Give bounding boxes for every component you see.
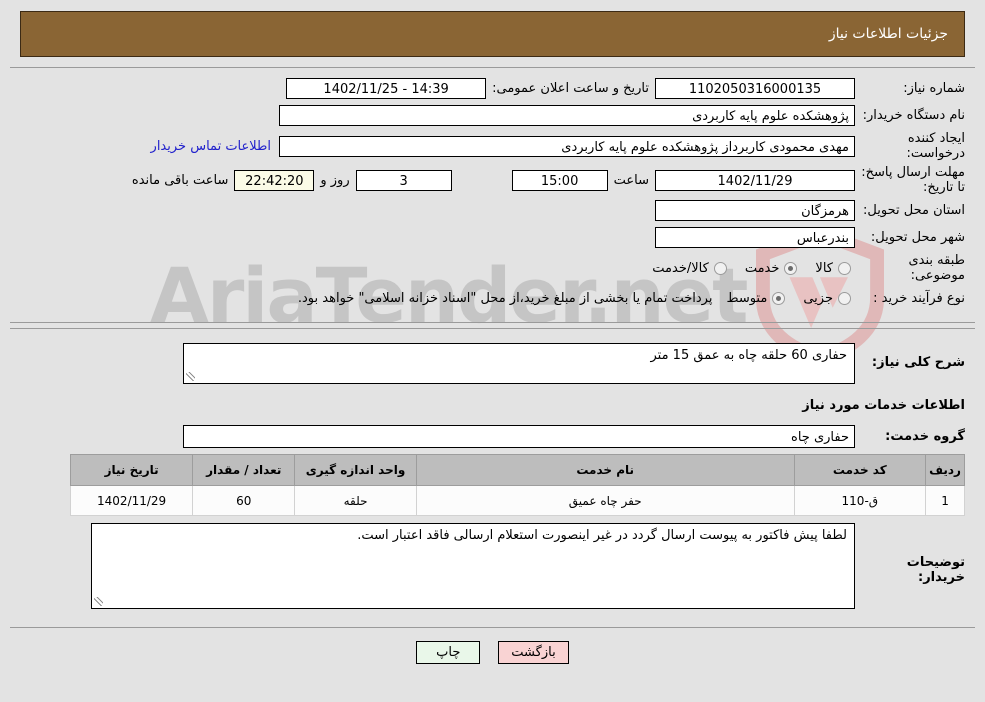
buyer-org-field[interactable]: پژوهشکده علوم پایه کاربردی <box>279 105 855 126</box>
city-field[interactable]: بندرعباس <box>655 227 855 248</box>
cell-date: 1402/11/29 <box>69 485 194 516</box>
deadline-date-field[interactable]: 1402/11/29 <box>655 169 855 191</box>
category-option-label: کالا <box>815 260 833 276</box>
row-city: شهر محل تحویل: بندرعباس <box>10 226 975 249</box>
row-need-number: شماره نیاز: 1102050316000135 تاریخ و ساع… <box>10 77 975 100</box>
row-buyer-org: نام دستگاه خریدار: پژوهشکده علوم پایه کا… <box>10 104 975 127</box>
creator-field[interactable]: مهدی محمودی کاربرداز پژوهشکده علوم پایه … <box>279 135 855 157</box>
col-header-radif: ردیف <box>925 454 965 486</box>
province-label: استان محل تحویل: <box>863 203 965 218</box>
general-description-label: شرح کلی نیاز: <box>871 355 965 370</box>
col-header-date: تاریخ نیاز <box>69 454 194 486</box>
category-option-label: کالا/خدمت <box>652 260 709 276</box>
purchase-note-text: پرداخت تمام یا بخشی از مبلغ خرید،از محل … <box>297 291 713 306</box>
col-header-unit: واحد اندازه گیری <box>294 454 417 486</box>
services-section-title: اطلاعات خدمات مورد نیاز <box>802 398 965 413</box>
page-root: جزئیات اطلاعات نیاز شماره نیاز: 11020503… <box>0 11 985 664</box>
purchase-type-label: نوع فرآیند خرید : <box>873 291 965 306</box>
category-label: طبقه بندی موضوعی: <box>908 253 966 283</box>
row-category: طبقه بندی موضوعی: کالا خدمت کالا/خدمت <box>10 253 975 283</box>
general-description-textarea[interactable]: حفاری 60 حلقه چاه به عمق 15 متر <box>183 343 855 384</box>
purchase-type-option-motavasset[interactable]: متوسط <box>712 291 786 306</box>
service-details-panel: شرح کلی نیاز: حفاری 60 حلقه چاه به عمق 1… <box>10 328 975 628</box>
remaining-days-field[interactable]: 3 <box>355 169 452 191</box>
row-general-description: شرح کلی نیاز: حفاری 60 حلقه چاه به عمق 1… <box>10 343 975 384</box>
service-group-field[interactable]: حفاری چاه <box>183 425 855 448</box>
purchase-type-option-jozee[interactable]: جزیی <box>789 291 851 306</box>
province-field[interactable]: هرمزگان <box>655 200 855 221</box>
row-buyer-notes: توضیحات خریدار: لطفا پیش فاکتور به پیوست… <box>10 523 975 609</box>
cell-unit: حلقه <box>294 485 417 516</box>
days-and-label: روز و <box>320 172 350 188</box>
col-header-code: کد خدمت <box>793 454 927 486</box>
buyer-org-label: نام دستگاه خریدار: <box>862 108 965 123</box>
footer-actions: بازگشت چاپ <box>0 641 985 664</box>
remaining-hours-label: ساعت باقی مانده <box>131 172 229 188</box>
deadline-hour-field[interactable]: 15:00 <box>511 169 608 191</box>
buyer-contact-link[interactable]: اطلاعات تماس خریدار <box>143 139 279 154</box>
hour-label: ساعت <box>613 172 649 188</box>
col-header-qty: تعداد / مقدار <box>192 454 296 486</box>
radio-icon[interactable] <box>838 261 851 275</box>
cell-qty: 60 <box>192 485 296 516</box>
row-purchase-type: نوع فرآیند خرید : جزیی متوسط پرداخت تمام… <box>10 287 975 310</box>
purchase-type-option-label: جزیی <box>803 291 833 306</box>
items-table-wrap: ردیف کد خدمت نام خدمت واحد اندازه گیری ت… <box>10 454 975 516</box>
category-option-label: خدمت <box>744 260 780 276</box>
service-group-label: گروه خدمت: <box>885 429 965 444</box>
purchase-type-option-label: متوسط <box>726 291 768 306</box>
page-header: جزئیات اطلاعات نیاز <box>20 11 965 57</box>
table-row: 1 ق-110 حفر چاه عمیق حلقه 60 1402/11/29 <box>69 485 965 516</box>
need-details-panel: شماره نیاز: 1102050316000135 تاریخ و ساع… <box>10 67 975 323</box>
cell-radif: 1 <box>925 485 965 516</box>
category-option-kala-khedmat[interactable]: کالا/خدمت <box>638 261 727 276</box>
creator-label: ایجاد کننده درخواست: <box>906 131 965 161</box>
cell-name: حفر چاه عمیق <box>415 485 795 516</box>
need-number-field[interactable]: 1102050316000135 <box>655 78 855 99</box>
announce-datetime-field[interactable]: 14:39 - 1402/11/25 <box>286 78 487 99</box>
radio-icon[interactable] <box>838 292 851 305</box>
countdown-timer-field: 22:42:20 <box>234 169 315 191</box>
row-deadline: مهلت ارسال پاسخ: تا تاریخ: 1402/11/29 سا… <box>10 165 975 195</box>
cell-code: ق-110 <box>793 485 927 516</box>
print-button[interactable]: چاپ <box>416 641 481 664</box>
category-option-kala[interactable]: کالا <box>801 261 851 276</box>
radio-icon[interactable] <box>713 261 727 275</box>
items-table: ردیف کد خدمت نام خدمت واحد اندازه گیری ت… <box>69 454 965 516</box>
col-header-name: نام خدمت <box>415 454 795 486</box>
table-header-row: ردیف کد خدمت نام خدمت واحد اندازه گیری ت… <box>69 454 965 486</box>
radio-icon[interactable] <box>772 292 786 305</box>
category-option-khedmat[interactable]: خدمت <box>731 261 798 276</box>
page-title: جزئیات اطلاعات نیاز <box>828 26 948 42</box>
announce-label: تاریخ و ساعت اعلان عمومی: <box>492 81 649 96</box>
radio-icon[interactable] <box>784 261 798 275</box>
buyer-notes-label: توضیحات خریدار: <box>906 555 965 585</box>
need-number-label: شماره نیاز: <box>903 81 965 96</box>
row-province: استان محل تحویل: هرمزگان <box>10 199 975 222</box>
back-button[interactable]: بازگشت <box>498 641 569 664</box>
city-label: شهر محل تحویل: <box>870 230 965 245</box>
row-service-group: گروه خدمت: حفاری چاه <box>10 425 975 448</box>
row-creator: ایجاد کننده درخواست: مهدی محمودی کاربردا… <box>10 131 975 161</box>
buyer-notes-textarea[interactable]: لطفا پیش فاکتور به پیوست ارسال گردد در غ… <box>91 523 855 609</box>
deadline-label: مهلت ارسال پاسخ: تا تاریخ: <box>861 165 965 195</box>
